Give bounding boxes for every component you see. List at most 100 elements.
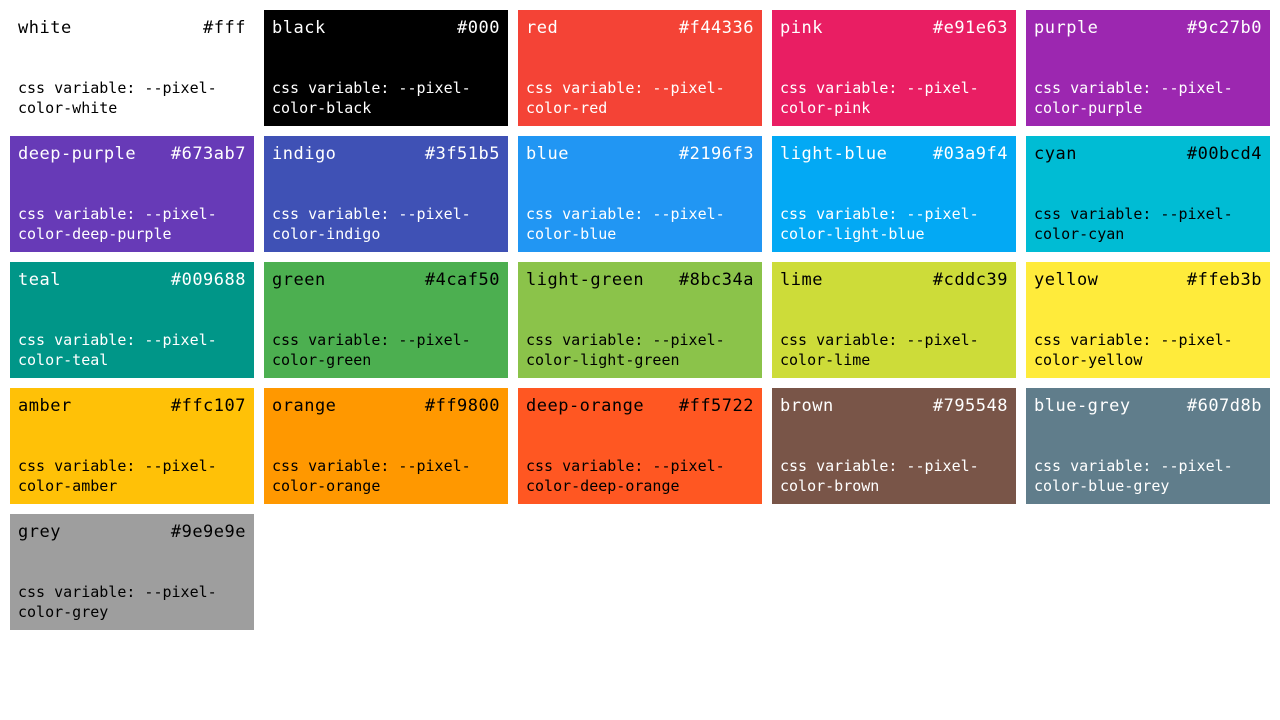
- swatch-hex-code: #000: [457, 18, 500, 38]
- swatch-color-name: green: [272, 270, 326, 290]
- color-swatch-teal: teal #009688 css variable: --pixel-color-t…: [10, 262, 254, 378]
- color-swatch-pink: pink #e91e63 css variable: --pixel-color-p…: [772, 10, 1016, 126]
- swatch-hex-code: #00bcd4: [1186, 144, 1262, 164]
- color-swatch-brown: brown #795548 css variable: --pixel-color-…: [772, 388, 1016, 504]
- swatch-color-name: blue-grey: [1034, 396, 1131, 416]
- swatch-color-name: grey: [18, 522, 61, 542]
- swatch-header: blue #2196f3: [526, 144, 754, 164]
- swatch-hex-code: #fff: [203, 18, 246, 38]
- swatch-color-name: light-green: [526, 270, 645, 290]
- swatch-header: orange #ff9800: [272, 396, 500, 416]
- color-swatch-cyan: cyan #00bcd4 css variable: --pixel-color-c…: [1026, 136, 1270, 252]
- color-swatch-black: black #000 css variable: --pixel-color-bla…: [264, 10, 508, 126]
- css-variable-suffix: color-light-blue: [780, 225, 925, 243]
- swatch-hex-code: #cddc39: [932, 270, 1008, 290]
- swatch-color-name: pink: [780, 18, 823, 38]
- css-variable-prefix: css variable: --pixel-: [18, 205, 217, 223]
- swatch-color-name: teal: [18, 270, 61, 290]
- css-variable-prefix: css variable: --pixel-: [18, 583, 217, 601]
- swatch-hex-code: #ff9800: [424, 396, 500, 416]
- swatch-color-name: deep-purple: [18, 144, 137, 164]
- swatch-header: light-blue #03a9f4: [780, 144, 1008, 164]
- color-swatch-deep-orange: deep-orange #ff5722 css variable: --pixel-…: [518, 388, 762, 504]
- css-variable-suffix: color-deep-purple: [18, 225, 172, 243]
- css-variable-prefix: css variable: --pixel-: [526, 205, 725, 223]
- swatch-css-variable: css variable: --pixel-color-light-blue: [780, 204, 1008, 244]
- swatch-css-variable: css variable: --pixel-color-lime: [780, 330, 1008, 370]
- swatch-hex-code: #9e9e9e: [170, 522, 246, 542]
- css-variable-suffix: color-amber: [18, 477, 118, 495]
- swatch-css-variable: css variable: --pixel-color-orange: [272, 456, 500, 496]
- swatch-header: light-green #8bc34a: [526, 270, 754, 290]
- swatch-color-name: black: [272, 18, 326, 38]
- swatch-header: indigo #3f51b5: [272, 144, 500, 164]
- swatch-css-variable: css variable: --pixel-color-grey: [18, 582, 246, 622]
- swatch-header: teal #009688: [18, 270, 246, 290]
- css-variable-prefix: css variable: --pixel-: [526, 331, 725, 349]
- css-variable-prefix: css variable: --pixel-: [526, 457, 725, 475]
- swatch-css-variable: css variable: --pixel-color-black: [272, 78, 500, 118]
- css-variable-suffix: color-cyan: [1034, 225, 1125, 243]
- swatch-header: grey #9e9e9e: [18, 522, 246, 542]
- swatch-hex-code: #8bc34a: [678, 270, 754, 290]
- swatch-color-name: blue: [526, 144, 569, 164]
- css-variable-prefix: css variable: --pixel-: [272, 457, 471, 475]
- css-variable-suffix: color-indigo: [272, 225, 381, 243]
- swatch-hex-code: #009688: [170, 270, 246, 290]
- swatch-header: pink #e91e63: [780, 18, 1008, 38]
- css-variable-suffix: color-orange: [272, 477, 381, 495]
- color-swatch-orange: orange #ff9800 css variable: --pixel-color…: [264, 388, 508, 504]
- css-variable-suffix: color-blue-grey: [1034, 477, 1170, 495]
- color-swatch-indigo: indigo #3f51b5 css variable: --pixel-color…: [264, 136, 508, 252]
- swatch-css-variable: css variable: --pixel-color-indigo: [272, 204, 500, 244]
- css-variable-suffix: color-deep-orange: [526, 477, 680, 495]
- swatch-hex-code: #ffc107: [170, 396, 246, 416]
- swatch-color-name: deep-orange: [526, 396, 645, 416]
- css-variable-suffix: color-green: [272, 351, 372, 369]
- swatch-hex-code: #2196f3: [678, 144, 754, 164]
- css-variable-prefix: css variable: --pixel-: [1034, 79, 1233, 97]
- css-variable-prefix: css variable: --pixel-: [780, 331, 979, 349]
- css-variable-suffix: color-red: [526, 99, 608, 117]
- swatch-hex-code: #795548: [932, 396, 1008, 416]
- css-variable-prefix: css variable: --pixel-: [272, 205, 471, 223]
- swatch-color-name: yellow: [1034, 270, 1099, 290]
- swatch-css-variable: css variable: --pixel-color-green: [272, 330, 500, 370]
- swatch-header: lime #cddc39: [780, 270, 1008, 290]
- color-swatch-purple: purple #9c27b0 css variable: --pixel-color…: [1026, 10, 1270, 126]
- color-swatch-red: red #f44336 css variable: --pixel-color-re…: [518, 10, 762, 126]
- swatch-hex-code: #673ab7: [170, 144, 246, 164]
- css-variable-prefix: css variable: --pixel-: [18, 457, 217, 475]
- css-variable-prefix: css variable: --pixel-: [780, 79, 979, 97]
- css-variable-prefix: css variable: --pixel-: [780, 205, 979, 223]
- swatch-css-variable: css variable: --pixel-color-amber: [18, 456, 246, 496]
- swatch-css-variable: css variable: --pixel-color-white: [18, 78, 246, 118]
- color-swatch-grey: grey #9e9e9e css variable: --pixel-color-g…: [10, 514, 254, 630]
- swatch-css-variable: css variable: --pixel-color-pink: [780, 78, 1008, 118]
- css-variable-suffix: color-pink: [780, 99, 871, 117]
- color-swatch-white: white #fff css variable: --pixel-color-whi…: [10, 10, 254, 126]
- css-variable-prefix: css variable: --pixel-: [272, 79, 471, 97]
- css-variable-prefix: css variable: --pixel-: [780, 457, 979, 475]
- swatch-header: brown #795548: [780, 396, 1008, 416]
- swatch-hex-code: #3f51b5: [424, 144, 500, 164]
- swatch-header: red #f44336: [526, 18, 754, 38]
- color-swatch-blue: blue #2196f3 css variable: --pixel-color-b…: [518, 136, 762, 252]
- swatch-color-name: light-blue: [780, 144, 888, 164]
- color-swatch-lime: lime #cddc39 css variable: --pixel-color-l…: [772, 262, 1016, 378]
- color-swatch-deep-purple: deep-purple #673ab7 css variable: --pixel-…: [10, 136, 254, 252]
- swatch-css-variable: css variable: --pixel-color-brown: [780, 456, 1008, 496]
- swatch-css-variable: css variable: --pixel-color-red: [526, 78, 754, 118]
- swatch-hex-code: #e91e63: [932, 18, 1008, 38]
- swatch-header: yellow #ffeb3b: [1034, 270, 1262, 290]
- swatch-color-name: cyan: [1034, 144, 1077, 164]
- swatch-header: amber #ffc107: [18, 396, 246, 416]
- swatch-header: deep-purple #673ab7: [18, 144, 246, 164]
- swatch-css-variable: css variable: --pixel-color-cyan: [1034, 204, 1262, 244]
- swatch-color-name: purple: [1034, 18, 1099, 38]
- css-variable-suffix: color-blue: [526, 225, 617, 243]
- swatch-header: white #fff: [18, 18, 246, 38]
- swatch-hex-code: #607d8b: [1186, 396, 1262, 416]
- swatch-hex-code: #ffeb3b: [1186, 270, 1262, 290]
- swatch-css-variable: css variable: --pixel-color-purple: [1034, 78, 1262, 118]
